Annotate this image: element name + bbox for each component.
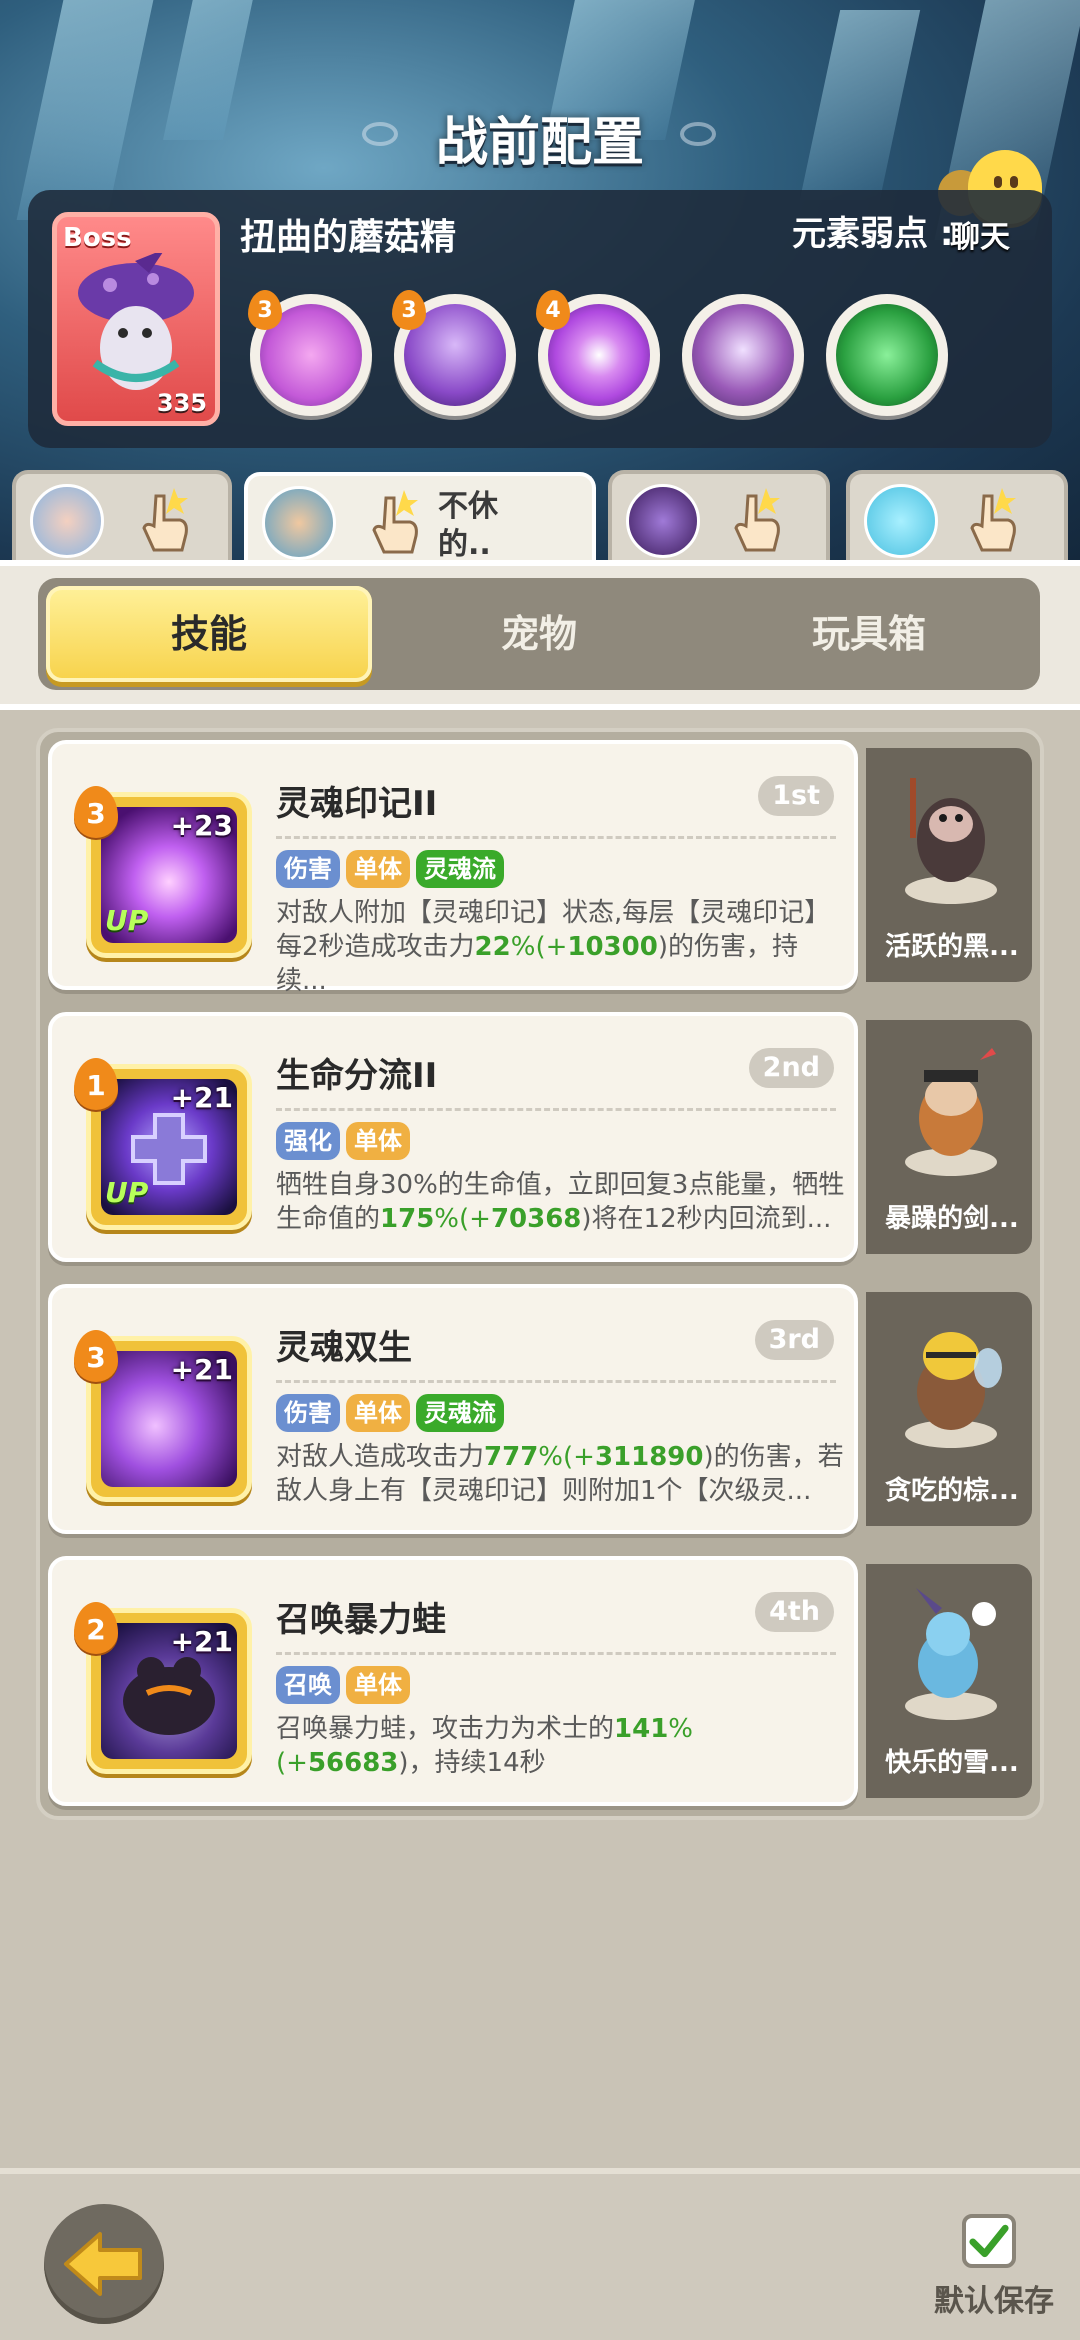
divider (276, 1108, 836, 1111)
skill-tags: 召唤 单体 (276, 1666, 410, 1704)
tag-summon: 召唤 (276, 1666, 340, 1704)
skill-title: 灵魂双生 (276, 1328, 412, 1368)
chat-label[interactable]: 聊天 (950, 212, 1010, 256)
skill-card[interactable]: +23 UP 3 灵魂印记II 1st 伤害 单体 灵魂流 对敌人附加【灵魂印记… (48, 740, 858, 992)
tap-hand-icon (372, 490, 418, 554)
tag-soul-flow: 灵魂流 (416, 850, 504, 888)
hero-name: 不休的.. (438, 489, 498, 562)
tab-toybox[interactable]: 玩具箱 (706, 586, 1032, 682)
pet-slot[interactable]: 快乐的雪... (866, 1564, 1032, 1798)
skill-order: 2nd (748, 1048, 834, 1088)
skill-row[interactable]: +21 3 灵魂双生 3rd 伤害 单体 灵魂流 对敌人造成攻击力777%(+3… (48, 1284, 1048, 1536)
tap-hand-icon (142, 488, 188, 552)
chat-eye-left (994, 176, 1002, 188)
boss-skill-2-level: 3 (392, 290, 426, 330)
boss-skill-4[interactable] (682, 294, 804, 416)
tag-buff: 强化 (276, 1122, 340, 1160)
back-arrow-icon (64, 2232, 142, 2296)
shadow-orb-avatar (626, 484, 700, 558)
skill-card[interactable]: +21 2 召唤暴力蛙 4th 召唤 单体 召唤暴力蛙，攻击力为术士的141%(… (48, 1556, 858, 1806)
boss-level: 335 (156, 389, 207, 417)
boar-hero-avatar (30, 484, 104, 558)
green-slime-icon (836, 304, 938, 406)
snow-spirit-pet-icon (905, 1588, 997, 1720)
skill-plus: +21 (170, 1353, 233, 1386)
boss-skill-3-level: 4 (536, 290, 570, 330)
hero-tab-2[interactable]: 不休的.. (244, 472, 596, 568)
skill-tags: 伤害 单体 灵魂流 (276, 1394, 504, 1432)
skill-order: 3rd (754, 1320, 834, 1360)
skill-description: 召唤暴力蛙，攻击力为术士的141%(+56683)，持续14秒 (276, 1714, 694, 1778)
pet-slot[interactable]: 暴躁的剑... (866, 1020, 1032, 1254)
tag-damage: 伤害 (276, 850, 340, 888)
skill-row[interactable]: +21 2 召唤暴力蛙 4th 召唤 单体 召唤暴力蛙，攻击力为术士的141%(… (48, 1556, 1048, 1808)
skill-order: 4th (755, 1592, 834, 1632)
purple-mushroom-icon (692, 304, 794, 406)
skill-card[interactable]: +21 3 灵魂双生 3rd 伤害 单体 灵魂流 对敌人造成攻击力777%(+3… (48, 1284, 858, 1534)
default-save-label[interactable]: 默认保存 (934, 2276, 1054, 2320)
divider (276, 836, 836, 839)
tap-hand-icon (734, 488, 780, 552)
tag-single: 单体 (346, 850, 410, 888)
skill-description: 对敌人造成攻击力777%(+311890)的伤害，若敌人身上有【灵魂印记】则附加… (276, 1442, 844, 1506)
page-title: 战前配置 (435, 113, 644, 173)
chat-eye-right (1010, 176, 1018, 188)
tag-single: 单体 (346, 1666, 410, 1704)
upgrade-label: UP (105, 904, 149, 937)
skill-title: 召唤暴力蛙 (276, 1600, 446, 1640)
pet-name: 贪吃的棕... (885, 1476, 1019, 1506)
blue-spirit-avatar (864, 484, 938, 558)
boss-card[interactable]: Boss 335 (52, 212, 220, 426)
tap-hand-icon (970, 488, 1016, 552)
divider (276, 1652, 836, 1655)
skill-order: 1st (758, 776, 834, 816)
pet-name: 暴躁的剑... (885, 1204, 1019, 1234)
skill-card[interactable]: +21 UP 1 生命分流II 2nd 强化 单体 牺牲自身30%的生命值，立即… (48, 1012, 858, 1262)
skill-tags: 强化 单体 (276, 1122, 410, 1160)
tag-single: 单体 (346, 1122, 410, 1160)
warrior-hero-avatar (262, 486, 336, 560)
hero-tab-1[interactable] (12, 470, 232, 562)
tab-pets[interactable]: 宠物 (376, 586, 702, 682)
boss-skill-5[interactable] (826, 294, 948, 416)
black-boar-pet-icon (905, 778, 997, 904)
pet-slot[interactable]: 活跃的黑... (866, 748, 1032, 982)
mushroom-boss-portrait-icon (78, 253, 194, 390)
pet-name: 快乐的雪... (885, 1748, 1019, 1778)
skill-tags: 伤害 单体 灵魂流 (276, 850, 504, 888)
skill-plus: +23 (170, 809, 233, 842)
skill-row[interactable]: +23 UP 3 灵魂印记II 1st 伤害 单体 灵魂流 对敌人附加【灵魂印记… (48, 740, 1048, 992)
element-weakness-label: 元素弱点 : (792, 214, 954, 254)
skill-description: 牺牲自身30%的生命值，立即回复3点能量，牺牲生命值的175%(+70368)将… (276, 1170, 845, 1234)
tag-single: 单体 (346, 1394, 410, 1432)
tag-soul-flow: 灵魂流 (416, 1394, 504, 1432)
pet-name: 活跃的黑... (885, 932, 1019, 962)
pet-slot[interactable]: 贪吃的棕... (866, 1292, 1032, 1526)
boss-tag: Boss (63, 223, 132, 253)
default-save-checkbox[interactable] (962, 2214, 1016, 2268)
back-button[interactable] (44, 2204, 164, 2324)
boss-skill-1-level: 3 (248, 290, 282, 330)
skill-title: 生命分流II (276, 1056, 438, 1096)
tab-skills[interactable]: 技能 (46, 586, 372, 682)
skill-plus: +21 (170, 1625, 233, 1658)
bee-bear-pet-icon (905, 1332, 1002, 1448)
upgrade-label: UP (105, 1176, 149, 1209)
sword-beaver-pet-icon (905, 1048, 997, 1176)
boss-name: 扭曲的蘑菇精 (240, 217, 457, 258)
tag-damage: 伤害 (276, 1394, 340, 1432)
hero-tab-3[interactable] (608, 470, 830, 562)
skill-plus: +21 (170, 1081, 233, 1114)
hero-tab-4[interactable] (846, 470, 1068, 562)
skill-row[interactable]: +21 UP 1 生命分流II 2nd 强化 单体 牺牲自身30%的生命值，立即… (48, 1012, 1048, 1264)
skill-description: 对敌人附加【灵魂印记】状态,每层【灵魂印记】每2秒造成攻击力22%(+10300… (276, 898, 831, 992)
divider (276, 1380, 836, 1383)
skill-title: 灵魂印记II (276, 784, 438, 824)
check-icon (969, 2224, 1009, 2258)
